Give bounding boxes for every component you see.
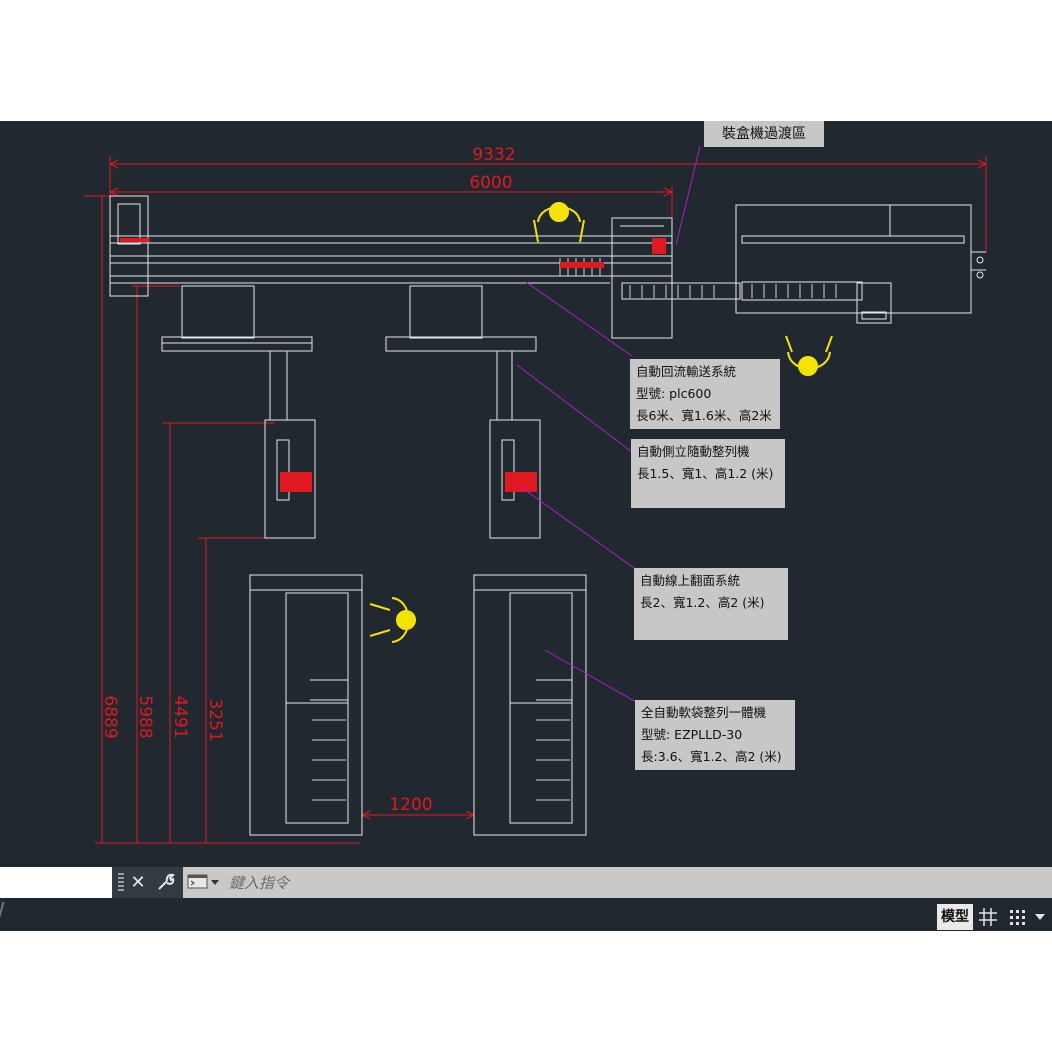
callout-title: 全自動軟袋整列一體機 <box>641 705 767 720</box>
callout-title: 自動線上翻面系統 <box>640 573 741 588</box>
operator-icon-left <box>369 597 416 643</box>
dim-5988: 5988 <box>135 695 155 738</box>
command-input[interactable] <box>183 867 1052 898</box>
command-prompt-icon[interactable] <box>187 872 223 892</box>
dim-6889: 6889 <box>100 695 120 738</box>
cad-drawing: 9332 6000 1200 6889 5988 4491 3251 <box>84 145 988 844</box>
grid-icon[interactable] <box>976 904 1000 930</box>
transition-zone-text: 裝盒機過渡區 <box>722 126 806 142</box>
callout-size: 長1.5、寬1、高1.2 (米) <box>637 466 774 481</box>
dim-9332: 9332 <box>472 145 515 165</box>
transition-zone-label: 裝盒機過渡區 <box>704 121 824 147</box>
chevron-down-icon[interactable] <box>1030 904 1050 930</box>
callout-size: 長6米、寬1.6米、高2米 <box>636 408 772 423</box>
callout-return-conveyor: 自動回流輸送系統 型號: plc600 長6米、寬1.6米、高2米 <box>630 359 780 429</box>
wrench-icon[interactable] <box>154 869 178 895</box>
callout-size: 長2、寬1.2、高2 (米) <box>640 595 765 610</box>
callout-title: 自動側立隨動整列機 <box>637 444 750 459</box>
callout-model: 型號: EZPLLD-30 <box>641 727 743 742</box>
callout-size: 長:3.6、寬1.2、高2 (米) <box>641 749 782 764</box>
dim-1200: 1200 <box>389 795 432 815</box>
dim-6000: 6000 <box>469 173 512 193</box>
callout-bag-aligner: 全自動軟袋整列一體機 型號: EZPLLD-30 長:3.6、寬1.2、高2 (… <box>635 700 795 770</box>
model-tab[interactable]: 模型 <box>937 904 973 930</box>
callout-title: 自動回流輸送系統 <box>636 364 737 379</box>
drag-handle[interactable] <box>118 873 124 891</box>
snap-grid-icon[interactable] <box>1005 904 1029 930</box>
operator-icon-right <box>785 335 833 376</box>
callout-model: 型號: plc600 <box>636 386 712 401</box>
callout-flip-system: 自動線上翻面系統 長2、寬1.2、高2 (米) <box>634 568 788 640</box>
machine-linework <box>109 195 986 836</box>
dim-3251: 3251 <box>205 698 225 741</box>
status-bar <box>0 898 1052 931</box>
drawing-canvas[interactable]: 9332 6000 1200 6889 5988 4491 3251 裝盒機過渡… <box>0 121 1052 867</box>
callout-side-aligner: 自動側立隨動整列機 長1.5、寬1、高1.2 (米) <box>631 439 785 508</box>
close-icon[interactable]: ✕ <box>126 869 150 895</box>
dim-4491: 4491 <box>170 695 190 738</box>
